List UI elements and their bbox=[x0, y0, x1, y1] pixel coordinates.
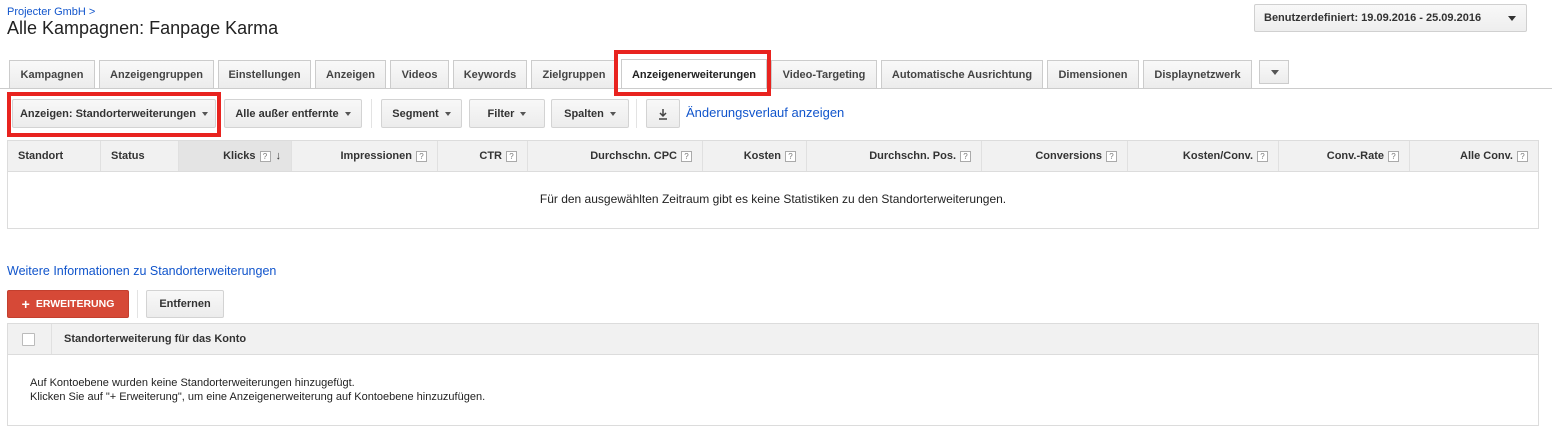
segment-label: Segment bbox=[392, 107, 439, 120]
tab-kampagnen[interactable]: Kampagnen bbox=[9, 60, 95, 88]
column-label: Kosten/Conv. bbox=[1182, 150, 1253, 162]
select-all-checkbox[interactable] bbox=[22, 333, 35, 346]
tab-automatische-ausrichtung[interactable]: Automatische Ausrichtung bbox=[881, 60, 1043, 88]
empty-account-message: Auf Kontoebene wurden keine Standorterwe… bbox=[30, 377, 355, 389]
column-header-impressionen[interactable]: Impressionen? bbox=[292, 141, 438, 171]
help-icon[interactable]: ? bbox=[1388, 150, 1399, 162]
plus-icon: + bbox=[21, 296, 30, 312]
column-label: Conversions bbox=[1035, 150, 1102, 162]
breadcrumb[interactable]: Projecter GmbH > bbox=[7, 6, 95, 18]
column-label: CTR bbox=[479, 150, 502, 162]
change-history-link[interactable]: Änderungsverlauf anzeigen bbox=[686, 105, 844, 120]
tab-videos[interactable]: Videos bbox=[390, 60, 449, 88]
add-extension-label: ERWEITERUNG bbox=[35, 298, 115, 310]
toolbar-separator bbox=[371, 99, 372, 128]
column-label: Impressionen bbox=[340, 150, 412, 162]
chevron-down-icon bbox=[609, 111, 616, 116]
column-label: Durchschn. Pos. bbox=[869, 150, 956, 162]
tab-dimensionen[interactable]: Dimensionen bbox=[1047, 60, 1139, 88]
chevron-down-icon bbox=[344, 111, 351, 116]
tab-displaynetzwerk[interactable]: Displaynetzwerk bbox=[1143, 60, 1252, 88]
columns-label: Spalten bbox=[564, 107, 604, 120]
help-icon[interactable]: ? bbox=[960, 150, 971, 162]
column-header-conv-rate[interactable]: Conv.-Rate? bbox=[1279, 141, 1410, 171]
tab-anzeigengruppen[interactable]: Anzeigengruppen bbox=[99, 60, 214, 88]
column-header-conversions[interactable]: Conversions? bbox=[982, 141, 1128, 171]
add-extension-button[interactable]: + ERWEITERUNG bbox=[7, 290, 129, 318]
help-icon[interactable]: ? bbox=[259, 150, 271, 162]
tabs-divider bbox=[0, 88, 1552, 89]
page-title: Alle Kampagnen: Fanpage Karma bbox=[7, 18, 279, 38]
column-label: Klicks bbox=[223, 150, 256, 162]
toolbar-separator bbox=[636, 99, 637, 128]
empty-account-hint: Klicken Sie auf "+ Erweiterung", um eine… bbox=[30, 391, 486, 403]
column-header-kosten[interactable]: Kosten? bbox=[703, 141, 807, 171]
account-extensions-table: Standorterweiterung für das Konto Auf Ko… bbox=[7, 323, 1539, 426]
help-icon[interactable]: ? bbox=[416, 150, 427, 162]
tab-video-targeting[interactable]: Video-Targeting bbox=[771, 60, 877, 88]
help-icon[interactable]: ? bbox=[1257, 150, 1268, 162]
column-header-kosten-conv[interactable]: Kosten/Conv.? bbox=[1128, 141, 1279, 171]
status-filter-label: Alle außer entfernte bbox=[235, 107, 339, 120]
help-icon[interactable]: ? bbox=[1517, 150, 1528, 162]
chevron-down-icon bbox=[444, 111, 451, 116]
status-filter-select[interactable]: Alle außer entfernte bbox=[224, 99, 362, 128]
more-tabs-button[interactable] bbox=[1259, 60, 1289, 84]
help-icon[interactable]: ? bbox=[785, 150, 796, 162]
date-range-label: Benutzerdefiniert: 19.09.2016 - 25.09.20… bbox=[1264, 12, 1482, 24]
help-icon[interactable]: ? bbox=[1106, 150, 1117, 162]
column-label: Status bbox=[111, 150, 145, 162]
column-header-alle-conv[interactable]: Alle Conv.? bbox=[1410, 141, 1538, 171]
tab-einstellungen[interactable]: Einstellungen bbox=[218, 60, 311, 88]
filter-button[interactable]: Filter bbox=[469, 99, 545, 128]
tab-anzeigen[interactable]: Anzeigen bbox=[315, 60, 386, 88]
action-separator bbox=[137, 290, 138, 318]
column-label: Conv.-Rate bbox=[1326, 150, 1384, 162]
help-icon[interactable]: ? bbox=[506, 150, 517, 162]
column-header-ctr[interactable]: CTR? bbox=[438, 141, 528, 171]
filter-label: Filter bbox=[487, 107, 515, 120]
column-label: Standort bbox=[18, 150, 64, 162]
chevron-down-icon bbox=[1508, 16, 1516, 21]
tab-zielgruppen[interactable]: Zielgruppen bbox=[531, 60, 617, 88]
columns-button[interactable]: Spalten bbox=[551, 99, 629, 128]
stats-table-header: Standort Status Klicks? ↓ Impressionen? C… bbox=[8, 141, 1538, 172]
column-label: Durchschn. CPC bbox=[590, 150, 677, 162]
column-header-cpc[interactable]: Durchschn. CPC? bbox=[528, 141, 703, 171]
help-icon[interactable]: ? bbox=[681, 150, 692, 162]
column-label: Alle Conv. bbox=[1460, 150, 1513, 162]
download-button[interactable] bbox=[646, 99, 680, 128]
tab-highlight bbox=[614, 50, 771, 96]
chevron-down-icon bbox=[520, 111, 527, 116]
column-header-position[interactable]: Durchschn. Pos.? bbox=[807, 141, 982, 171]
column-label: Kosten bbox=[743, 150, 781, 162]
account-table-header: Standorterweiterung für das Konto bbox=[8, 324, 1538, 355]
view-select-highlight bbox=[7, 92, 221, 137]
date-range-selector[interactable]: Benutzerdefiniert: 19.09.2016 - 25.09.20… bbox=[1254, 4, 1527, 32]
account-table-header-label: Standorterweiterung für das Konto bbox=[64, 333, 247, 345]
empty-stats-message: Für den ausgewählten Zeitraum gibt es ke… bbox=[539, 192, 1007, 206]
stats-table: Standort Status Klicks? ↓ Impressionen? C… bbox=[7, 140, 1539, 229]
column-header-standort[interactable]: Standort bbox=[8, 141, 101, 171]
tab-keywords[interactable]: Keywords bbox=[453, 60, 527, 88]
sort-desc-icon: ↓ bbox=[275, 150, 282, 162]
more-info-link[interactable]: Weitere Informationen zu Standorterweite… bbox=[7, 264, 276, 278]
select-all-cell bbox=[8, 324, 52, 354]
segment-button[interactable]: Segment bbox=[381, 99, 462, 128]
download-icon bbox=[659, 108, 667, 120]
chevron-down-icon bbox=[1271, 70, 1279, 75]
column-header-status[interactable]: Status bbox=[101, 141, 179, 171]
remove-button[interactable]: Entfernen bbox=[146, 290, 224, 318]
column-header-klicks[interactable]: Klicks? ↓ bbox=[179, 141, 292, 171]
